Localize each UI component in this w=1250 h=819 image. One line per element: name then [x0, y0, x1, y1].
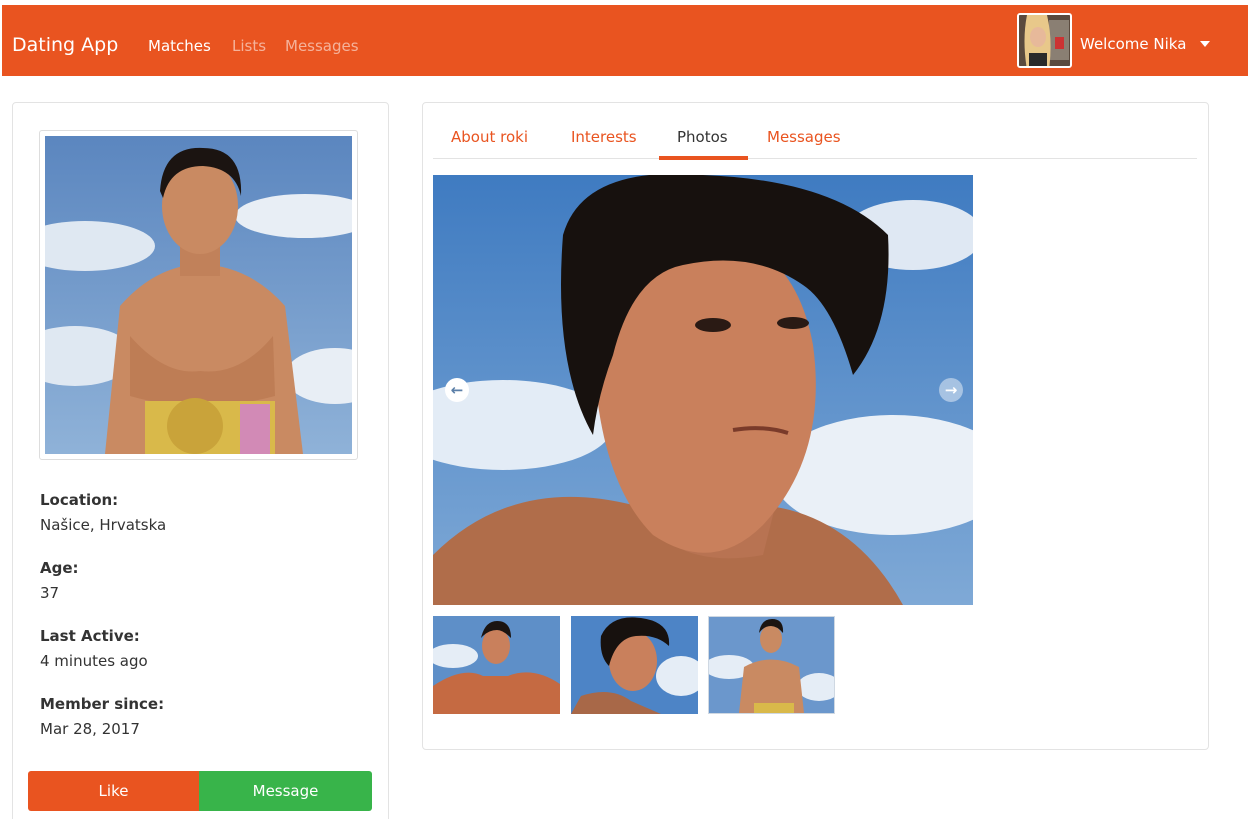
navbar: Dating App Matches Lists Messages Welcom…	[2, 5, 1248, 76]
member-since-value: Mar 28, 2017	[40, 720, 140, 738]
message-button[interactable]: Message	[199, 771, 372, 811]
tab-interests[interactable]: Interests	[571, 127, 637, 147]
age-value: 37	[40, 584, 60, 602]
member-since-label: Member since:	[40, 695, 165, 713]
welcome-dropdown[interactable]: Welcome Nika	[1080, 34, 1186, 54]
tab-photos[interactable]: Photos	[677, 127, 728, 147]
gallery-thumbnail[interactable]	[708, 616, 835, 714]
age-label: Age:	[40, 559, 79, 577]
last-active-label: Last Active:	[40, 627, 140, 645]
caret-down-icon[interactable]	[1200, 41, 1210, 47]
tab-about[interactable]: About roki	[451, 127, 528, 147]
user-avatar[interactable]	[1017, 13, 1072, 68]
brand-link[interactable]: Dating App	[12, 33, 118, 57]
gallery-thumbnail[interactable]	[433, 616, 560, 714]
nav-messages[interactable]: Messages	[285, 36, 359, 56]
nav-lists[interactable]: Lists	[232, 36, 266, 56]
gallery-main-image	[433, 175, 973, 605]
gallery-thumbnail[interactable]	[571, 616, 698, 714]
profile-photo	[39, 130, 358, 460]
last-active-value: 4 minutes ago	[40, 652, 148, 670]
arrow-circle-right-icon[interactable]: →	[939, 378, 963, 402]
location-value: Našice, Hrvatska	[40, 516, 167, 534]
nav-matches[interactable]: Matches	[148, 36, 211, 56]
like-button[interactable]: Like	[28, 771, 199, 811]
arrow-circle-left-icon[interactable]: ←	[445, 378, 469, 402]
location-label: Location:	[40, 491, 119, 509]
tabs-divider	[433, 158, 1197, 159]
active-tab-indicator	[659, 156, 748, 160]
tab-messages[interactable]: Messages	[767, 127, 841, 147]
